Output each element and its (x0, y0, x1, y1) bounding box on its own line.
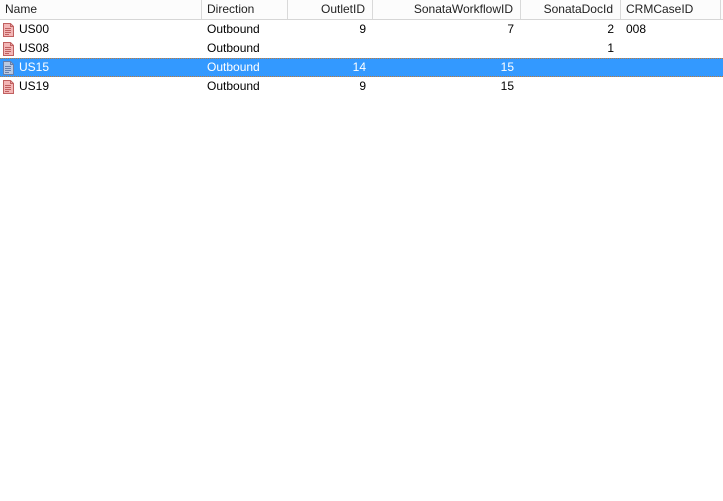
cell-name: US08 (0, 39, 202, 58)
cell-sonatadocid (521, 77, 621, 96)
table-row[interactable]: US00 Outbound 9 7 2 008 (0, 20, 723, 39)
row-name-label: US00 (19, 22, 50, 36)
cell-name: US15 (0, 58, 202, 77)
cell-sonataworkflowid: 15 (500, 60, 514, 74)
table-row[interactable]: US15 Outbound 14 15 (0, 58, 723, 77)
cell-outletid (288, 39, 373, 58)
column-header-direction[interactable]: Direction (202, 0, 288, 19)
cell-crmcaseid (621, 77, 721, 96)
document-icon (3, 41, 14, 56)
cell-direction: Outbound (207, 22, 260, 36)
cell-outletid: 9 (359, 79, 366, 93)
table-row[interactable]: US19 Outbound 9 15 (0, 77, 723, 96)
row-name-label: US15 (19, 60, 50, 74)
cell-direction: Outbound (207, 79, 260, 93)
row-name-label: US08 (19, 41, 50, 55)
cell-outletid: 14 (352, 60, 366, 74)
column-header-outletid[interactable]: OutletID (288, 0, 373, 19)
column-header-name[interactable]: Name (0, 0, 202, 19)
cell-crmcaseid (621, 39, 721, 58)
column-header-sonatadocid[interactable]: SonataDocId (521, 0, 621, 19)
cell-name: US00 (0, 20, 202, 39)
cell-sonataworkflowid (373, 39, 521, 58)
grid-header-row: Name Direction OutletID SonataWorkflowID Son… (0, 0, 723, 20)
cell-sonatadocid: 1 (607, 41, 614, 55)
cell-name: US19 (0, 77, 202, 96)
cell-sonatadocid (521, 58, 621, 77)
cell-crmcaseid: 008 (626, 22, 647, 36)
cell-sonatadocid: 2 (607, 22, 614, 36)
column-header-sonataworkflowid[interactable]: SonataWorkflowID (373, 0, 521, 19)
cell-outletid: 9 (359, 22, 366, 36)
document-icon (3, 22, 14, 37)
cell-sonataworkflowid: 7 (507, 22, 514, 36)
column-header-crmcaseid[interactable]: CRMCaseID (621, 0, 721, 19)
cell-direction: Outbound (207, 41, 260, 55)
data-grid[interactable]: Name Direction OutletID SonataWorkflowID Son… (0, 0, 723, 501)
document-icon (3, 60, 14, 75)
cell-crmcaseid (621, 58, 721, 77)
cell-sonataworkflowid: 15 (500, 79, 514, 93)
cell-direction: Outbound (207, 60, 260, 74)
document-icon (3, 79, 14, 94)
row-name-label: US19 (19, 79, 50, 93)
table-row[interactable]: US08 Outbound 1 (0, 39, 723, 58)
